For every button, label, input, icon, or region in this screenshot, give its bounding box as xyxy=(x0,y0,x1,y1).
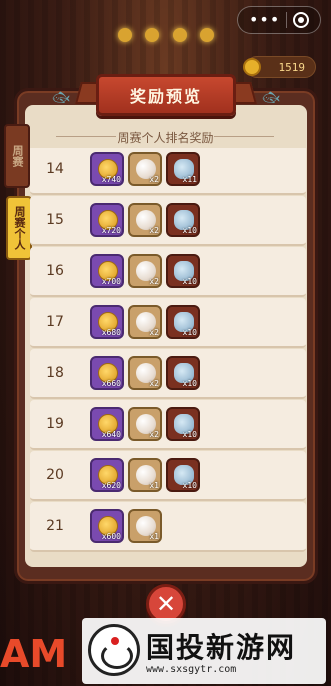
reward-item-purple[interactable]: x640 xyxy=(90,407,124,441)
reward-items: x700 x2 x10 xyxy=(90,254,200,288)
reward-items: x640 x2 x10 xyxy=(90,407,200,441)
reward-item-purple[interactable]: x740 xyxy=(90,152,124,186)
reward-item-purple[interactable]: x660 xyxy=(90,356,124,390)
watermark-url: www.sxsgytr.com xyxy=(146,664,237,675)
reward-item-tan[interactable]: x2 xyxy=(128,254,162,288)
rank-number: 16 xyxy=(46,263,64,279)
mini-program-capsule[interactable]: ••• xyxy=(237,6,321,34)
reward-item-purple[interactable]: x720 xyxy=(90,203,124,237)
stage-lights xyxy=(118,22,214,48)
rank-number: 21 xyxy=(46,518,64,534)
reward-quantity: x2 xyxy=(149,379,159,388)
reward-item-red[interactable]: x10 xyxy=(166,356,200,390)
reward-item-purple[interactable]: x620 xyxy=(90,458,124,492)
reward-quantity: x1 xyxy=(149,532,159,541)
tab-weekly[interactable]: 周赛 xyxy=(4,124,30,188)
reward-item-red[interactable]: x11 xyxy=(166,152,200,186)
reward-item-purple[interactable]: x680 xyxy=(90,305,124,339)
coin-counter: 1519 xyxy=(243,56,316,78)
reward-item-red[interactable]: x10 xyxy=(166,458,200,492)
panel-subtitle: 周赛个人排名奖励 xyxy=(117,131,214,145)
reward-quantity: x680 xyxy=(101,328,121,337)
rank-row: 16 x700 x2 x10 xyxy=(30,247,306,297)
reward-quantity: x11 xyxy=(182,175,197,184)
close-miniprogram-icon[interactable] xyxy=(293,12,310,28)
reward-quantity: x2 xyxy=(149,175,159,184)
reward-item-purple[interactable]: x600 xyxy=(90,509,124,543)
reward-quantity: x10 xyxy=(182,226,197,235)
reward-quantity: x1 xyxy=(149,481,159,490)
rank-row: 20 x620 x1 x10 xyxy=(30,451,306,501)
bulb-icon xyxy=(145,28,160,42)
rank-row: 17 x680 x2 x10 xyxy=(30,298,306,348)
reward-quantity: x2 xyxy=(149,328,159,337)
reward-quantity: x660 xyxy=(101,379,121,388)
rank-row: 21 x600 x1 xyxy=(30,502,306,552)
coin-value: 1519 xyxy=(278,60,306,74)
reward-quantity: x720 xyxy=(101,226,121,235)
watermark-title: 国投新游网 xyxy=(146,631,297,664)
bulb-icon xyxy=(118,28,132,42)
reward-quantity: x2 xyxy=(149,277,159,286)
reward-items: x740 x2 x11 xyxy=(90,152,200,186)
reward-items: x600 x1 xyxy=(90,509,162,543)
reward-item-tan[interactable]: x1 xyxy=(128,458,162,492)
bulb-icon xyxy=(172,28,187,42)
more-icon[interactable]: ••• xyxy=(249,12,280,28)
rank-number: 20 xyxy=(46,467,64,483)
reward-item-tan[interactable]: x2 xyxy=(128,356,162,390)
coin-icon xyxy=(243,58,261,76)
rank-row: 14 x740 x2 x11 xyxy=(30,148,306,195)
bulb-icon xyxy=(199,28,214,42)
fish-icon: 🐟︎ xyxy=(262,90,280,106)
reward-quantity: x2 xyxy=(149,430,159,439)
reward-quantity: x10 xyxy=(182,328,197,337)
tab-weekly-personal[interactable]: 周赛个人 xyxy=(6,196,32,260)
game-logo-text: AM xyxy=(0,632,68,676)
reward-item-red[interactable]: x10 xyxy=(166,203,200,237)
rank-row: 15 x720 x2 x10 xyxy=(30,196,306,246)
rank-number: 17 xyxy=(46,314,64,330)
reward-items: x680 x2 x10 xyxy=(90,305,200,339)
reward-item-tan[interactable]: x1 xyxy=(128,509,162,543)
rank-row: 19 x640 x2 x10 xyxy=(30,400,306,450)
reward-quantity: x10 xyxy=(182,481,197,490)
reward-quantity: x10 xyxy=(182,430,197,439)
watermark-logo-icon xyxy=(88,624,140,676)
reward-quantity: x740 xyxy=(101,175,121,184)
reward-quantity: x10 xyxy=(182,379,197,388)
reward-items: x660 x2 x10 xyxy=(90,356,200,390)
rank-number: 14 xyxy=(46,161,64,177)
reward-items: x720 x2 x10 xyxy=(90,203,200,237)
reward-items: x620 x1 x10 xyxy=(90,458,200,492)
rank-number: 15 xyxy=(46,212,64,228)
reward-quantity: x2 xyxy=(149,226,159,235)
capsule-divider xyxy=(286,12,288,28)
ranking-reward-list[interactable]: 14 x740 x2 x11 15 x720 x2 x10 16 x700 x2 x10 17 x680 x… xyxy=(30,148,306,556)
reward-item-purple[interactable]: x700 xyxy=(90,254,124,288)
reward-quantity: x600 xyxy=(101,532,121,541)
reward-item-red[interactable]: x10 xyxy=(166,254,200,288)
reward-item-red[interactable]: x10 xyxy=(166,407,200,441)
rank-row: 18 x660 x2 x10 xyxy=(30,349,306,399)
reward-item-tan[interactable]: x2 xyxy=(128,152,162,186)
reward-quantity: x640 xyxy=(101,430,121,439)
reward-item-tan[interactable]: x2 xyxy=(128,407,162,441)
reward-quantity: x620 xyxy=(101,481,121,490)
reward-item-tan[interactable]: x2 xyxy=(128,305,162,339)
reward-item-tan[interactable]: x2 xyxy=(128,203,162,237)
rank-number: 18 xyxy=(46,365,64,381)
panel-title: 奖励预览 xyxy=(96,74,236,116)
reward-item-red[interactable]: x10 xyxy=(166,305,200,339)
rank-number: 19 xyxy=(46,416,64,432)
fish-icon: 🐟︎ xyxy=(52,90,70,106)
site-watermark: 国投新游网 www.sxsgytr.com xyxy=(82,618,326,684)
reward-quantity: x10 xyxy=(182,277,197,286)
reward-quantity: x700 xyxy=(101,277,121,286)
